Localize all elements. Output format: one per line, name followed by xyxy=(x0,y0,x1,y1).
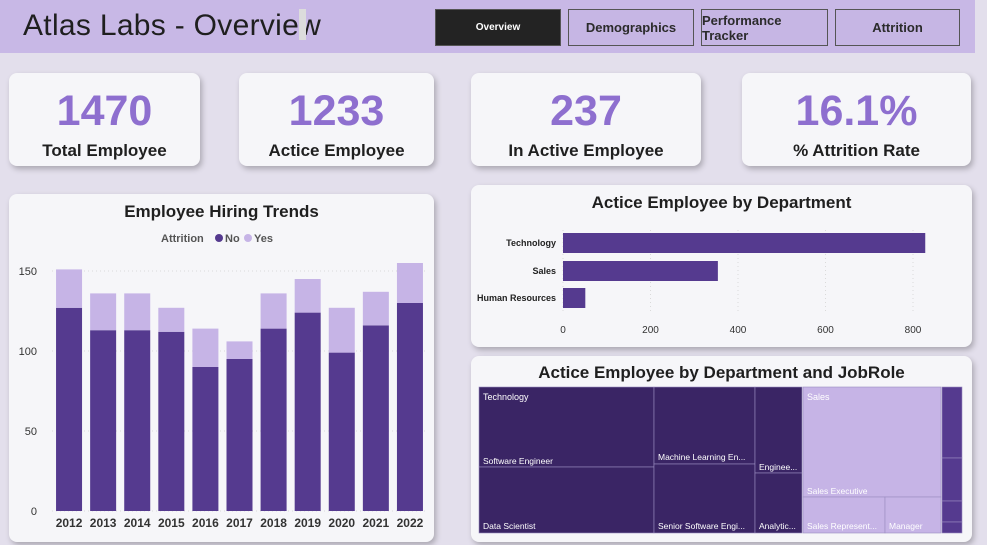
bar-technology[interactable] xyxy=(563,233,926,253)
x-tick-label: 2013 xyxy=(90,516,117,530)
treemap-label-engineering-manager: Enginee... xyxy=(759,462,797,472)
jobrole-treemap: Software Engineer Data Scientist Machine L… xyxy=(478,386,963,534)
kpi-label: Total Employee xyxy=(42,141,167,160)
bar-no-2015[interactable] xyxy=(158,331,185,511)
y-category-label: Technology xyxy=(506,238,556,248)
title-edit-cursor xyxy=(299,9,306,40)
x-tick-label: 2022 xyxy=(397,516,424,530)
kpi-value: 237 xyxy=(550,87,622,135)
bar-yes-2022[interactable] xyxy=(396,263,423,303)
bar-yes-2020[interactable] xyxy=(328,307,355,353)
x-tick-label: 400 xyxy=(730,325,747,336)
treemap-label-sales-executive: Sales Executive xyxy=(807,486,868,496)
kpi-label: In Active Employee xyxy=(508,141,664,160)
bar-yes-2019[interactable] xyxy=(294,279,321,313)
legend-label-yes: Yes xyxy=(254,233,273,245)
legend-marker-yes xyxy=(244,234,252,242)
header-bar: Atlas Labs - Overview Overview Demograph… xyxy=(0,0,975,53)
bar-yes-2018[interactable] xyxy=(260,293,287,329)
x-tick-label: 2018 xyxy=(260,516,287,530)
jobrole-treemap-card: Actice Employee by Department and JobRol… xyxy=(471,356,972,542)
bar-no-2013[interactable] xyxy=(90,330,117,511)
kpi-label: % Attrition Rate xyxy=(793,141,920,160)
y-tick-label: 50 xyxy=(25,426,37,438)
y-category-label: Human Resources xyxy=(477,293,556,303)
bar-yes-2015[interactable] xyxy=(158,307,185,332)
nav-performance-tracker-button[interactable]: Performance Tracker xyxy=(701,9,828,46)
bar-yes-2012[interactable] xyxy=(56,269,83,308)
bar-no-2022[interactable] xyxy=(396,303,423,511)
kpi-card-inactive-employee: 237 In Active Employee xyxy=(471,73,701,166)
bar-no-2021[interactable] xyxy=(362,325,389,511)
x-tick-label: 2012 xyxy=(56,516,83,530)
treemap-cell-hr-role-2[interactable] xyxy=(941,457,963,502)
treemap-cell-hr-role-4[interactable] xyxy=(941,521,963,534)
y-tick-label: 150 xyxy=(19,266,37,278)
x-tick-label: 2017 xyxy=(226,516,253,530)
kpi-value: 16.1% xyxy=(795,87,918,135)
bar-no-2018[interactable] xyxy=(260,328,287,511)
treemap-cell-hr-role-1[interactable] xyxy=(941,386,963,459)
legend-title: Attrition xyxy=(161,233,204,245)
legend-label-no: No xyxy=(225,233,240,245)
bar-no-2014[interactable] xyxy=(124,330,151,511)
x-tick-label: 2014 xyxy=(124,516,151,530)
treemap-label-manager: Manager xyxy=(889,521,923,531)
treemap-label-analytics-manager: Analytic... xyxy=(759,521,796,531)
kpi-value: 1233 xyxy=(288,87,385,135)
bar-sales[interactable] xyxy=(563,261,718,281)
department-bar-chart: 0 200 400 600 800 Technology Sales Human Resour… xyxy=(477,230,926,336)
page-title: Atlas Labs - Overview xyxy=(23,9,322,42)
y-tick-label: 100 xyxy=(19,346,37,358)
kpi-card-active-employee: 1233 Actice Employee xyxy=(239,73,434,166)
x-tick-label: 600 xyxy=(817,325,834,336)
y-category-label: Sales xyxy=(532,266,556,276)
bar-no-2020[interactable] xyxy=(328,352,355,511)
bar-yes-2014[interactable] xyxy=(124,293,151,331)
treemap-cell-engineering-manager[interactable] xyxy=(754,386,803,474)
bar-no-2019[interactable] xyxy=(294,312,321,511)
treemap-label-sales-representative: Sales Represent... xyxy=(807,521,877,531)
bar-no-2017[interactable] xyxy=(226,359,253,511)
y-tick-label: 0 xyxy=(31,506,37,518)
x-tick-label: 200 xyxy=(642,325,659,336)
x-tick-label: 2019 xyxy=(294,516,321,530)
x-tick-label: 800 xyxy=(905,325,922,336)
treemap-cell-hr-role-3[interactable] xyxy=(941,500,963,523)
kpi-card-total-employee: 1470 Total Employee xyxy=(9,73,200,166)
bar-human-resources[interactable] xyxy=(563,288,586,308)
x-tick-label: 2016 xyxy=(192,516,219,530)
x-tick-label: 0 xyxy=(560,325,566,336)
bar-yes-2013[interactable] xyxy=(90,293,117,331)
hiring-trends-card: Employee Hiring Trends 0 50 100 150 2012 2013… xyxy=(9,194,434,542)
treemap-label-software-engineer: Software Engineer xyxy=(483,456,553,466)
treemap-label-data-scientist: Data Scientist xyxy=(483,521,536,531)
x-tick-label: 2015 xyxy=(158,516,185,530)
x-tick-label: 2021 xyxy=(363,516,390,530)
treemap-label-machine-learning-engineer: Machine Learning En... xyxy=(658,452,745,462)
hiring-trends-chart: 0 50 100 150 2012 2013 2014 2015 2016 2017 2018 201… xyxy=(19,233,427,530)
nav-overview-button[interactable]: Overview xyxy=(435,9,561,46)
kpi-value: 1470 xyxy=(56,87,153,135)
kpi-card-attrition-rate: 16.1% % Attrition Rate xyxy=(742,73,971,166)
bar-yes-2021[interactable] xyxy=(362,291,389,326)
treemap-cell-sales-executive[interactable] xyxy=(802,386,942,498)
nav-demographics-button[interactable]: Demographics xyxy=(568,9,694,46)
nav-attrition-button[interactable]: Attrition xyxy=(835,9,960,46)
x-tick-label: 2020 xyxy=(328,516,355,530)
treemap-group-label-technology: Technology xyxy=(483,392,529,402)
treemap-label-senior-software-engineer: Senior Software Engi... xyxy=(658,521,745,531)
bar-yes-2017[interactable] xyxy=(226,341,253,359)
bar-no-2016[interactable] xyxy=(192,367,219,511)
legend-marker-no xyxy=(215,234,223,242)
department-chart-card: Actice Employee by Department 0 200 400 600… xyxy=(471,185,972,347)
bar-yes-2016[interactable] xyxy=(192,328,219,367)
bar-no-2012[interactable] xyxy=(56,307,83,511)
kpi-label: Actice Employee xyxy=(268,141,405,160)
treemap-group-label-sales: Sales xyxy=(807,392,830,402)
